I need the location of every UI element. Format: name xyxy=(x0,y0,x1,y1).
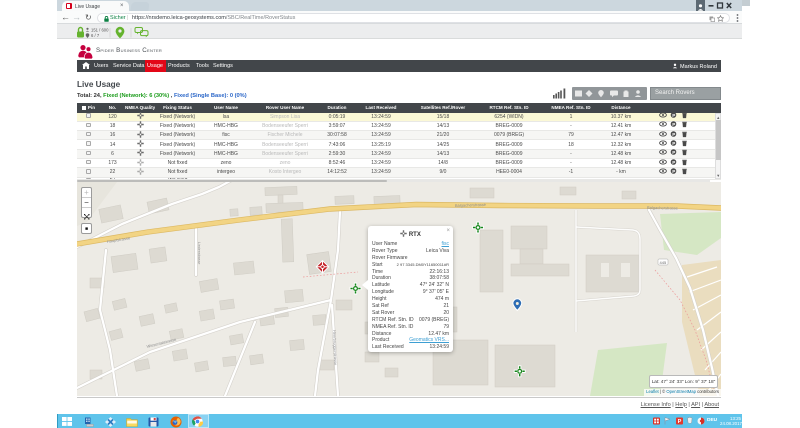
svg-text:Balgacherstrasse: Balgacherstrasse xyxy=(647,205,679,211)
svg-text:445: 445 xyxy=(660,260,667,265)
svg-text:6 / 7: 6 / 7 xyxy=(91,33,100,38)
svg-text:P: P xyxy=(678,419,682,425)
svg-text:151 / 600: 151 / 600 xyxy=(91,27,109,32)
svg-text:Lindenstrasse: Lindenstrasse xyxy=(197,242,201,264)
